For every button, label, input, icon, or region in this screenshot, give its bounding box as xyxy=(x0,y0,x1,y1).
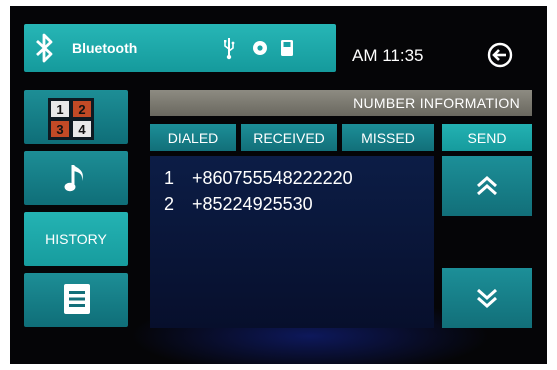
bluetooth-bar[interactable]: Bluetooth xyxy=(24,24,336,72)
bluetooth-icon xyxy=(36,33,53,63)
list-item-index: 1 xyxy=(164,168,175,188)
list-item[interactable]: 2 +85224925530 xyxy=(164,194,313,215)
double-chevron-down-icon xyxy=(477,288,497,309)
history-label: HISTORY xyxy=(45,231,107,247)
disc-icon xyxy=(253,41,267,55)
list-icon xyxy=(64,284,90,314)
bluetooth-label: Bluetooth xyxy=(72,40,138,56)
clock: AM 11:35 xyxy=(352,46,424,65)
list-item-number: +860755548222220 xyxy=(192,168,353,188)
sd-card-icon xyxy=(281,40,293,56)
grid-cell: 4 xyxy=(73,121,91,137)
double-chevron-up-icon xyxy=(477,175,497,196)
scroll-up-button[interactable] xyxy=(442,156,532,216)
grid-cell: 3 xyxy=(51,121,69,137)
tab-missed[interactable]: MISSED xyxy=(342,124,434,151)
back-arrow-icon[interactable] xyxy=(487,42,513,68)
tab-dialed[interactable]: DIALED xyxy=(150,124,236,151)
sidebar-item-music[interactable] xyxy=(24,151,128,205)
number-information-header: NUMBER INFORMATION xyxy=(150,90,532,116)
list-item[interactable]: 1 +860755548222220 xyxy=(164,168,353,189)
list-item-index: 2 xyxy=(164,194,175,214)
scroll-down-button[interactable] xyxy=(442,268,532,328)
sidebar-item-keypad[interactable]: 1 2 3 4 xyxy=(24,90,128,144)
music-note-icon xyxy=(64,165,83,192)
list-item-number: +85224925530 xyxy=(192,194,313,214)
keypad-grid-icon: 1 2 3 4 xyxy=(48,98,94,140)
usb-icon xyxy=(224,38,235,60)
tab-received[interactable]: RECEIVED xyxy=(241,124,337,151)
header-title: NUMBER INFORMATION xyxy=(353,95,520,111)
grid-cell: 2 xyxy=(73,101,91,117)
grid-cell: 1 xyxy=(51,101,69,117)
sidebar-item-menu[interactable] xyxy=(24,273,128,327)
sidebar-item-history[interactable]: HISTORY xyxy=(24,212,128,266)
send-button[interactable]: SEND xyxy=(442,124,532,151)
number-list: 1 +860755548222220 2 +85224925530 xyxy=(150,156,434,328)
